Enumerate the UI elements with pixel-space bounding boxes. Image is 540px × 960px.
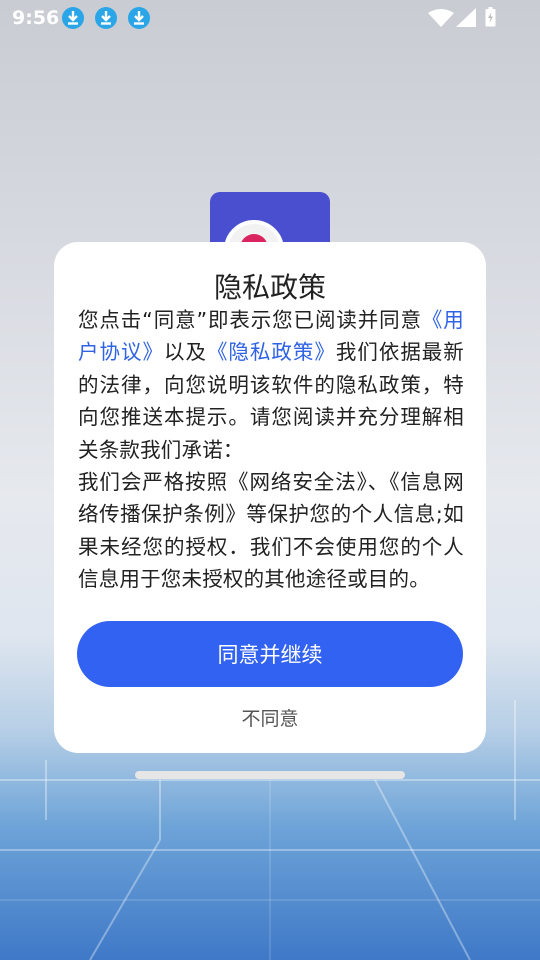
status-time: 9:56 — [12, 7, 60, 29]
download-icon — [95, 7, 117, 29]
home-indicator[interactable] — [135, 771, 405, 779]
dialog-body: 您点击“同意”即表示您已阅读并同意《用户协议》以及《隐私政策》我们依据最新的法律… — [78, 304, 464, 596]
signal-icon — [456, 8, 476, 27]
wifi-icon — [428, 9, 454, 27]
body-text-protection: 我们会严格按照《网络安全法》、《信息网络传播保护条例》等保护您的个人信息;如果未… — [78, 470, 464, 592]
download-icon — [62, 7, 84, 29]
download-icon — [128, 7, 150, 29]
body-text-and: 以及 — [163, 340, 207, 365]
status-bar: 9:56 — [0, 0, 540, 36]
dialog-title: 隐私政策 — [213, 271, 326, 304]
battery-charging-icon — [485, 7, 496, 27]
privacy-policy-link[interactable]: 《隐私政策》 — [207, 340, 336, 364]
agree-button[interactable]: 同意并继续 — [77, 621, 463, 687]
disagree-button[interactable]: 不同意 — [170, 702, 370, 732]
privacy-policy-dialog: 隐私政策 您点击“同意”即表示您已阅读并同意《用户协议》以及《隐私政策》我们依据… — [54, 242, 486, 753]
body-text-intro: 您点击“同意”即表示您已阅读并同意 — [78, 308, 422, 332]
